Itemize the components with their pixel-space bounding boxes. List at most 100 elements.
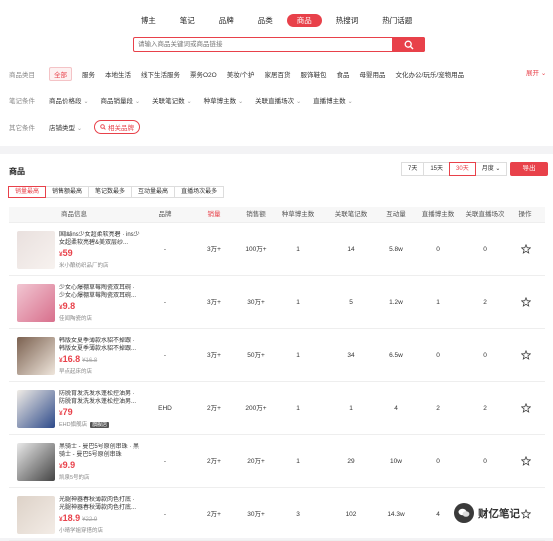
- shop-name[interactable]: 佳闻陶瓷的店: [59, 314, 92, 322]
- cell-revenue: 50万+: [247, 352, 265, 359]
- live-bloggers-dropdown[interactable]: 直播博主数: [313, 95, 353, 105]
- related-brand-button[interactable]: 相关品牌: [94, 120, 141, 134]
- category-item[interactable]: 线下生活服务: [141, 69, 180, 79]
- product-name[interactable]: 黑骑士 - 曼巴5号原创串珠 · 黑骑士 - 曼巴5号原创串珠: [59, 443, 141, 459]
- col-product-info: 商品信息: [61, 211, 87, 218]
- cell-engagement: 1.2w: [389, 299, 403, 306]
- category-item[interactable]: 家居百货: [265, 69, 291, 79]
- product-thumbnail[interactable]: [17, 443, 55, 481]
- cell-live-sessions: 0: [483, 352, 487, 359]
- original-price: ¥16.8: [82, 358, 98, 364]
- product-price: ¥16.8 ¥16.8: [59, 354, 98, 364]
- sort-revenue[interactable]: 销售额最高: [45, 186, 90, 198]
- store-type-dropdown[interactable]: 店铺类型: [49, 122, 82, 132]
- cell-live-bloggers: 0: [436, 246, 440, 253]
- product-name[interactable]: 韩版女夏季薄款水貂不掉跟 · 韩版女夏季薄款水貂不掉跟...: [59, 337, 141, 353]
- shop-name[interactable]: 米小酿纺织品厂的店: [59, 261, 109, 269]
- other-conditions-label: 其它条件: [9, 125, 35, 132]
- shop-name[interactable]: EHD旗舰店 旗舰店: [59, 420, 110, 428]
- star-icon[interactable]: [521, 244, 531, 254]
- sort-sales[interactable]: 销量最高: [8, 186, 47, 198]
- table-row[interactable]: 韩版女夏季薄款水貂不掉跟 · 韩版女夏季薄款水貂不掉跟... ¥16.8 ¥16.…: [9, 329, 545, 382]
- star-icon[interactable]: [521, 456, 531, 466]
- sort-notes[interactable]: 笔记数最多: [88, 186, 133, 198]
- sort-engagement[interactable]: 互动量最高: [131, 186, 176, 198]
- cell-bloggers: 1: [296, 458, 300, 465]
- category-item[interactable]: 票务O2O: [190, 69, 217, 79]
- star-icon[interactable]: [521, 297, 531, 307]
- range-monthly-dropdown[interactable]: 月度 ⌄: [474, 162, 508, 176]
- original-price-value: 16.8: [85, 358, 98, 364]
- search-input[interactable]: [138, 39, 388, 50]
- col-live-sessions[interactable]: 关联直播场次: [459, 207, 511, 223]
- sort-live[interactable]: 直播场次最多: [174, 186, 225, 198]
- shop-tag: 旗舰店: [90, 422, 110, 428]
- product-name[interactable]: 防脱育发洗发水蓬松控油男 · 防脱育发洗发水蓬松控油男...: [59, 390, 141, 406]
- product-price: ¥9.8: [59, 301, 76, 311]
- watermark-text: 财亿笔记: [478, 507, 520, 520]
- table-row[interactable]: 国围ins少女超柔软亮碧 · ins少女超柔软亮碧&美双层纱... ¥59 米小…: [9, 223, 545, 276]
- tab-products[interactable]: 商品: [286, 14, 322, 27]
- product-price: ¥18.9 ¥22.9: [59, 513, 98, 523]
- shop-name-text: 小晴学姐穿搭的店: [59, 528, 104, 534]
- expand-button[interactable]: 展开 ⌄: [526, 67, 546, 77]
- col-revenue[interactable]: 销售额: [235, 207, 277, 223]
- table-row[interactable]: 黑骑士 - 曼巴5号原创串珠 · 黑骑士 - 曼巴5号原创串珠 ¥9.9 凯泉5…: [9, 435, 545, 488]
- product-name[interactable]: 少女心爆棚草莓陶瓷双耳碗 · 少女心爆棚草莓陶瓷双耳碗...: [59, 284, 141, 300]
- col-sales[interactable]: 销量: [193, 207, 235, 223]
- star-icon[interactable]: [521, 403, 531, 413]
- product-name[interactable]: 光腿神器春秋薄款肉色打底 · 光腿神器春秋薄款肉色打底...: [59, 496, 141, 512]
- col-brand: 品牌: [158, 211, 172, 218]
- product-thumbnail[interactable]: [17, 390, 55, 428]
- expand-label: 展开: [526, 70, 539, 77]
- tab-hot-topics[interactable]: 热门话题: [372, 14, 422, 27]
- product-thumbnail[interactable]: [17, 284, 55, 322]
- category-all[interactable]: 全部: [49, 67, 72, 81]
- tab-notes[interactable]: 笔记: [170, 14, 205, 27]
- star-icon[interactable]: [521, 509, 531, 519]
- shop-name[interactable]: 小晴学姐穿搭的店: [59, 526, 103, 534]
- category-item[interactable]: 美妆/个护: [227, 69, 255, 79]
- tab-hot-search[interactable]: 热搜词: [326, 14, 369, 27]
- range-monthly-label: 月度: [481, 166, 494, 172]
- cell-revenue: 30万+: [247, 511, 265, 518]
- star-icon[interactable]: [521, 350, 531, 360]
- product-thumbnail[interactable]: [17, 231, 55, 269]
- category-item[interactable]: 服务: [82, 69, 95, 79]
- cell-brand: -: [163, 246, 167, 253]
- live-sessions-dropdown[interactable]: 关联直播场次: [255, 95, 301, 105]
- category-item[interactable]: 文化办公/玩乐/宠物用品: [396, 69, 465, 79]
- range-7d[interactable]: 7天: [401, 162, 425, 176]
- product-name[interactable]: 国围ins少女超柔软亮碧 · ins少女超柔软亮碧&美双层纱...: [59, 231, 141, 247]
- search-icon: [404, 40, 413, 49]
- category-item[interactable]: 食品: [337, 69, 350, 79]
- cell-notes: 34: [347, 352, 355, 359]
- category-item[interactable]: 母婴用品: [360, 69, 386, 79]
- col-engagement[interactable]: 互动量: [375, 207, 417, 223]
- notes-count-dropdown[interactable]: 关联笔记数: [152, 95, 192, 105]
- cell-engagement: 4: [394, 405, 398, 412]
- category-item[interactable]: 本地生活: [105, 69, 131, 79]
- sales-range-dropdown[interactable]: 商品销量段: [101, 95, 141, 105]
- range-15d[interactable]: 15天: [423, 162, 451, 176]
- tab-brand[interactable]: 品牌: [209, 14, 244, 27]
- tab-blogger[interactable]: 博主: [131, 14, 166, 27]
- table-row[interactable]: 防脱育发洗发水蓬松控油男 · 防脱育发洗发水蓬松控油男... ¥79 EHD旗舰…: [9, 382, 545, 435]
- col-live-bloggers[interactable]: 直播博主数: [417, 207, 459, 223]
- product-thumbnail[interactable]: [17, 337, 55, 375]
- search-button[interactable]: [392, 37, 425, 52]
- price-range-dropdown[interactable]: 商品价格段: [49, 95, 89, 105]
- range-30d[interactable]: 30天: [449, 162, 476, 176]
- export-button[interactable]: 导出: [510, 162, 548, 176]
- category-item[interactable]: 服饰鞋包: [301, 69, 327, 79]
- table-row[interactable]: 少女心爆棚草莓陶瓷双耳碗 · 少女心爆棚草莓陶瓷双耳碗... ¥9.8 佳闻陶瓷…: [9, 276, 545, 329]
- product-thumbnail[interactable]: [17, 496, 55, 534]
- bloggers-count-dropdown[interactable]: 种草博主数: [204, 95, 244, 105]
- shop-name[interactable]: 凯泉5号的店: [59, 473, 90, 481]
- price-value: 79: [62, 407, 73, 417]
- col-bloggers[interactable]: 种草博主数: [277, 207, 319, 223]
- col-notes[interactable]: 关联笔记数: [327, 207, 375, 223]
- shop-name[interactable]: 早点起床的店: [59, 367, 92, 375]
- tab-category[interactable]: 品类: [248, 14, 283, 27]
- original-price-value: 22.9: [85, 517, 98, 523]
